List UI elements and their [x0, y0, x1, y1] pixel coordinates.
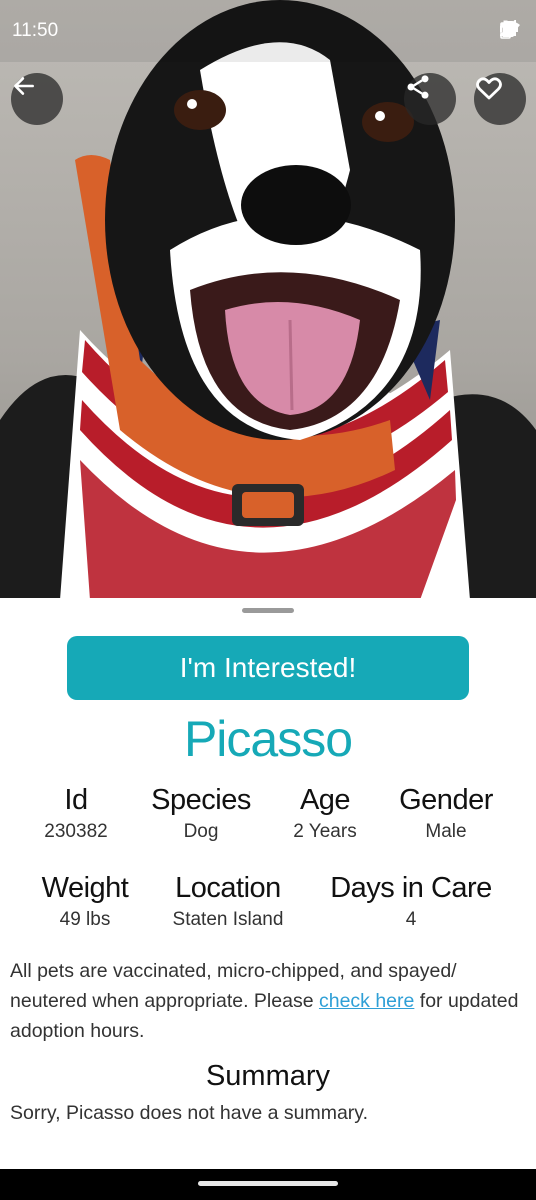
fact-value: 4 — [405, 909, 417, 930]
fact-label: Species — [151, 784, 251, 816]
fact-label: Location — [175, 872, 281, 904]
fact-label: Id — [64, 784, 88, 816]
share-icon — [407, 75, 429, 99]
battery-icon — [500, 20, 511, 39]
share-button[interactable] — [404, 73, 456, 125]
fact-label: Weight — [41, 872, 129, 904]
favorite-button[interactable] — [474, 73, 526, 125]
drag-handle[interactable] — [242, 608, 294, 613]
fact-id: Id 230382 — [26, 784, 126, 843]
pet-details-sheet: I'm Interested! Picasso Id 230382 Specie… — [0, 598, 536, 1169]
fact-label: Age — [299, 784, 351, 816]
interested-button[interactable]: I'm Interested! — [67, 636, 469, 700]
status-bar — [0, 0, 536, 62]
fact-value: Male — [425, 821, 467, 842]
fact-value: 2 Years — [293, 821, 357, 842]
fact-gender: Gender Male — [388, 784, 504, 843]
summary-text: Sorry, Picasso does not have a summary. — [10, 1102, 369, 1124]
fact-weight: Weight 49 lbs — [30, 872, 140, 931]
fact-label: Gender — [399, 784, 493, 816]
fact-value: 49 lbs — [59, 909, 111, 930]
dog-photo-illustration — [0, 0, 536, 600]
check-here-link[interactable]: check here — [319, 990, 414, 1012]
adoption-notice: All pets are vaccinated, micro-chipped, … — [10, 956, 520, 1046]
fact-age: Age 2 Years — [274, 784, 376, 843]
summary-heading: Summary — [205, 1060, 331, 1092]
fact-value: Dog — [183, 821, 219, 842]
heart-icon — [476, 77, 502, 100]
fact-days-in-care: Days in Care 4 — [318, 872, 504, 931]
fact-value: Staten Island — [172, 909, 284, 930]
home-gesture-handle[interactable] — [198, 1181, 338, 1186]
pet-photo[interactable]: 11:50 — [0, 0, 536, 600]
pet-name: Picasso — [183, 711, 353, 767]
arrow-left-icon — [14, 77, 34, 95]
system-nav-bar — [0, 1169, 536, 1200]
fact-location: Location Staten Island — [158, 872, 298, 931]
fact-value: 230382 — [44, 821, 108, 842]
status-time: 11:50 — [12, 20, 59, 41]
fact-species: Species Dog — [136, 784, 266, 843]
fact-label: Days in Care — [330, 872, 492, 904]
back-button[interactable] — [11, 73, 63, 125]
